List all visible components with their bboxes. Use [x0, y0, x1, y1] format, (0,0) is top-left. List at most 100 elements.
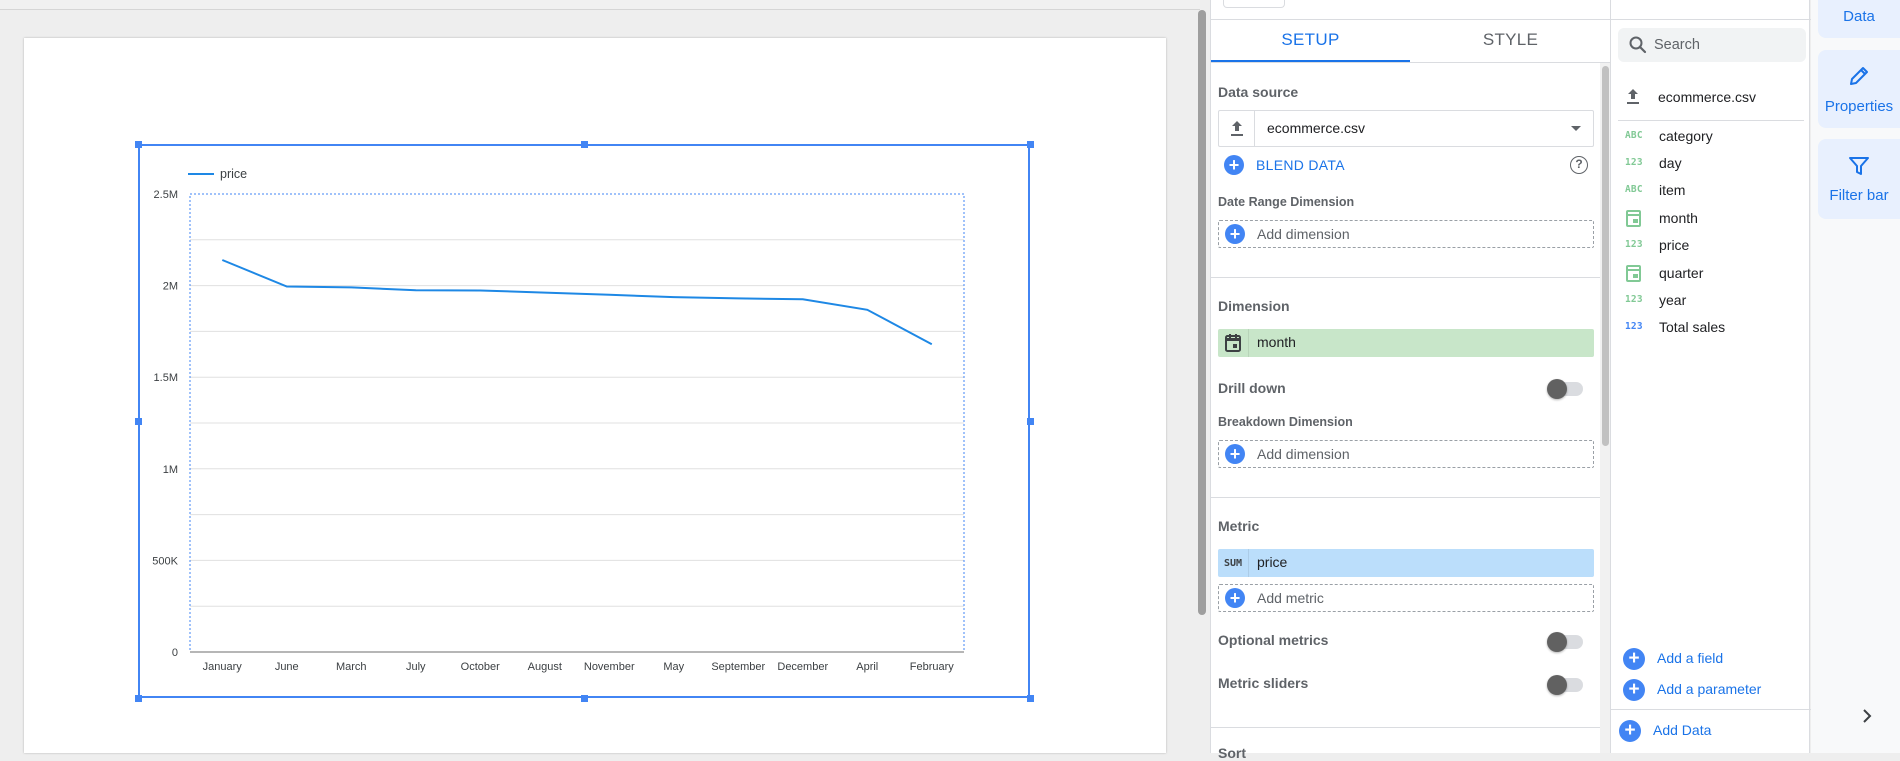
- drill-down-label: Drill down: [1218, 380, 1286, 396]
- setup-header-strip: [1211, 0, 1611, 20]
- time-series-chart[interactable]: 2.5M 2M 1.5M 1M 500K 0 January June March July Oct…: [134, 140, 1034, 702]
- number-type-icon: 123: [1625, 321, 1643, 332]
- rail-data-button[interactable]: Data: [1818, 0, 1900, 38]
- x-tick-label: June: [275, 661, 299, 673]
- sort-label: Sort: [1218, 745, 1246, 761]
- setup-scrollbar-thumb[interactable]: [1602, 66, 1609, 446]
- add-date-range-dimension[interactable]: + Add dimension: [1218, 220, 1594, 248]
- optional-metrics-toggle[interactable]: [1547, 632, 1583, 652]
- metric-label: Metric: [1218, 518, 1260, 534]
- report-canvas[interactable]: 2.5M 2M 1.5M 1M 500K 0 January June March July Oct…: [0, 0, 1210, 753]
- upload-icon: [1219, 111, 1255, 146]
- rail-filter-bar-label: Filter bar: [1829, 187, 1889, 204]
- data-source-item[interactable]: ecommerce.csv: [1611, 80, 1811, 120]
- field-item-month[interactable]: month: [1611, 206, 1811, 233]
- blend-data-button[interactable]: BLEND DATA: [1256, 157, 1345, 173]
- date-range-dimension-label: Date Range Dimension: [1218, 195, 1355, 209]
- optional-metrics-label: Optional metrics: [1218, 632, 1329, 648]
- add-field-text: Add a field: [1657, 650, 1724, 666]
- field-name: quarter: [1659, 265, 1704, 281]
- toggle-knob: [1547, 675, 1567, 695]
- field-name: category: [1659, 128, 1713, 144]
- x-tick-label: October: [461, 661, 500, 673]
- resize-handle[interactable]: [1026, 140, 1034, 148]
- search-icon: [1628, 35, 1648, 60]
- metric-sliders-toggle[interactable]: [1547, 675, 1583, 695]
- right-rail: Data Properties Filter bar: [1811, 0, 1900, 753]
- add-circle-icon[interactable]: +: [1224, 155, 1244, 175]
- tab-style[interactable]: STYLE: [1411, 20, 1610, 63]
- field-item-year[interactable]: 123 year: [1611, 288, 1811, 315]
- add-circle-icon: +: [1225, 444, 1245, 464]
- add-dimension-text: Add dimension: [1257, 446, 1350, 462]
- rail-properties-button[interactable]: Properties: [1818, 50, 1900, 128]
- dimension-chip-month[interactable]: month: [1218, 329, 1594, 357]
- y-tick-label: 500K: [152, 555, 178, 567]
- data-source-name: ecommerce.csv: [1658, 89, 1757, 105]
- add-data-button[interactable]: + Add Data: [1611, 717, 1811, 745]
- resize-handle[interactable]: [580, 694, 588, 702]
- add-data-text: Add Data: [1653, 722, 1712, 738]
- x-tick-label: March: [336, 661, 367, 673]
- add-breakdown-dimension[interactable]: + Add dimension: [1218, 440, 1594, 468]
- report-page[interactable]: 2.5M 2M 1.5M 1M 500K 0 January June March July Oct…: [24, 38, 1166, 753]
- resize-handle[interactable]: [1026, 694, 1034, 702]
- add-field-button[interactable]: + Add a field: [1611, 645, 1811, 673]
- number-type-icon: 123: [1625, 294, 1643, 305]
- tabs-divider: [1211, 62, 1611, 63]
- text-type-icon: ABC: [1625, 130, 1643, 141]
- section-divider: [1211, 727, 1600, 728]
- toggle-knob: [1547, 632, 1567, 652]
- chevron-right-icon[interactable]: [1860, 707, 1874, 730]
- resize-handle[interactable]: [134, 694, 142, 702]
- data-source-label: Data source: [1218, 84, 1299, 100]
- field-item-item[interactable]: ABC item: [1611, 178, 1811, 205]
- add-data-divider: [1611, 709, 1811, 710]
- x-tick-label: April: [856, 661, 878, 673]
- metric-chip-label: price: [1257, 554, 1288, 570]
- drill-down-toggle[interactable]: [1547, 379, 1583, 399]
- search-placeholder: Search: [1654, 37, 1700, 53]
- breakdown-dimension-label: Breakdown Dimension: [1218, 415, 1353, 429]
- help-icon[interactable]: ?: [1570, 156, 1588, 174]
- x-tick-label: July: [406, 661, 426, 673]
- add-circle-icon: +: [1623, 679, 1645, 701]
- x-tick-label: February: [910, 661, 955, 673]
- toggle-knob: [1547, 379, 1567, 399]
- y-tick-label: 1M: [163, 464, 178, 476]
- y-tick-label: 1.5M: [154, 372, 178, 384]
- resize-handle[interactable]: [134, 417, 142, 425]
- field-item-quarter[interactable]: quarter: [1611, 261, 1811, 288]
- add-metric-button[interactable]: + Add metric: [1218, 584, 1594, 612]
- rail-filter-bar-button[interactable]: Filter bar: [1818, 139, 1900, 219]
- x-tick-label: May: [663, 661, 684, 673]
- pencil-icon: [1847, 64, 1871, 93]
- field-name: day: [1659, 155, 1682, 171]
- canvas-scrollbar[interactable]: [1198, 10, 1206, 615]
- legend-label: price: [220, 167, 247, 181]
- rail-properties-label: Properties: [1824, 98, 1894, 115]
- field-search-input[interactable]: Search: [1618, 28, 1806, 62]
- filter-icon: [1847, 154, 1871, 183]
- y-tick-label: 2.5M: [154, 189, 178, 201]
- field-item-price[interactable]: 123 price: [1611, 233, 1811, 260]
- add-dimension-text: Add dimension: [1257, 226, 1350, 242]
- resize-handle[interactable]: [580, 140, 588, 148]
- resize-handle[interactable]: [1026, 417, 1034, 425]
- field-item-total-sales[interactable]: 123 Total sales: [1611, 315, 1811, 342]
- field-item-category[interactable]: ABC category: [1611, 124, 1811, 151]
- metric-chip-price[interactable]: SUM price: [1218, 549, 1594, 577]
- add-parameter-button[interactable]: + Add a parameter: [1611, 676, 1811, 704]
- resize-handle[interactable]: [134, 140, 142, 148]
- aggregation-badge[interactable]: SUM: [1218, 549, 1249, 577]
- x-tick-label: November: [584, 661, 635, 673]
- field-name: Total sales: [1659, 319, 1726, 335]
- dimension-label: Dimension: [1218, 298, 1290, 314]
- tab-setup[interactable]: SETUP: [1211, 20, 1410, 63]
- data-panel: Search ecommerce.csv ABC category 123 da…: [1610, 0, 1811, 753]
- field-item-day[interactable]: 123 day: [1611, 151, 1811, 178]
- x-tick-label: September: [711, 661, 765, 673]
- chart-type-button[interactable]: [1223, 0, 1285, 8]
- section-divider: [1211, 497, 1600, 498]
- data-source-selector[interactable]: ecommerce.csv: [1218, 110, 1594, 147]
